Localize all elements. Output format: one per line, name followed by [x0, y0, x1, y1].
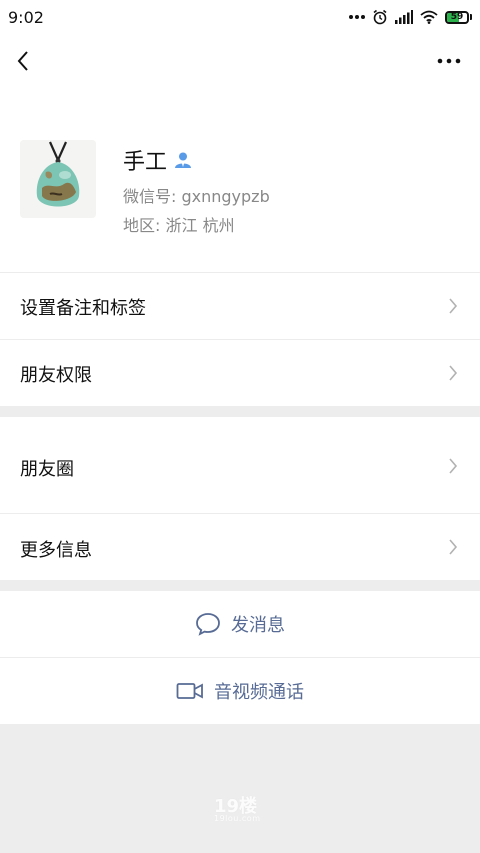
battery-level: 59: [450, 11, 464, 22]
more-dots-icon: [349, 15, 365, 19]
video-call-label: 音视频通话: [214, 682, 304, 703]
wifi-icon: [420, 10, 438, 24]
contact-profile-page: 9:02 59 手工 微信号: gxnngypzb 地区: 浙江 杭州 设置备注…: [0, 0, 480, 853]
wechat-id: 微信号: gxnngypzb: [123, 187, 270, 206]
status-icons: 59: [349, 9, 472, 25]
profile-name-row: 手工: [123, 144, 193, 176]
send-message-button[interactable]: 发消息: [0, 591, 480, 657]
profile-name: 手工: [123, 150, 168, 175]
chevron-right-icon: [449, 539, 458, 555]
chat-bubble-icon: [196, 613, 220, 636]
watermark-logo: 19楼 19lou.com: [214, 792, 261, 823]
row-set-remark-and-tags[interactable]: 设置备注和标签: [0, 273, 480, 339]
row-label: 朋友圈: [20, 459, 74, 480]
chevron-right-icon: [449, 298, 458, 314]
battery-icon: 59: [445, 10, 472, 24]
video-call-button[interactable]: 音视频通话: [0, 658, 480, 724]
row-more-info[interactable]: 更多信息: [0, 514, 480, 580]
watermark-subtext: 19lou.com: [214, 814, 261, 823]
signal-icon: [395, 10, 413, 24]
send-message-label: 发消息: [231, 615, 285, 636]
contact-person-icon: [175, 152, 192, 168]
row-label: 设置备注和标签: [20, 298, 146, 319]
video-camera-icon: [176, 683, 203, 699]
avatar[interactable]: [20, 140, 96, 218]
row-label: 更多信息: [20, 540, 92, 561]
row-friend-permissions[interactable]: 朋友权限: [0, 340, 480, 406]
chevron-right-icon: [449, 458, 458, 474]
row-label: 朋友权限: [20, 365, 92, 386]
status-bar: 9:02 59: [0, 0, 480, 34]
row-moments[interactable]: 朋友圈: [0, 417, 480, 513]
alarm-icon: [373, 9, 387, 25]
more-horizontal-icon[interactable]: [436, 50, 462, 72]
status-time: 9:02: [8, 7, 44, 27]
nav-bar: [0, 34, 480, 88]
chevron-left-icon[interactable]: [12, 48, 38, 74]
jade-pendant-image: [20, 140, 96, 218]
chevron-right-icon: [449, 365, 458, 381]
profile-header: 手工 微信号: gxnngypzb 地区: 浙江 杭州: [0, 88, 480, 272]
region: 地区: 浙江 杭州: [123, 216, 235, 235]
